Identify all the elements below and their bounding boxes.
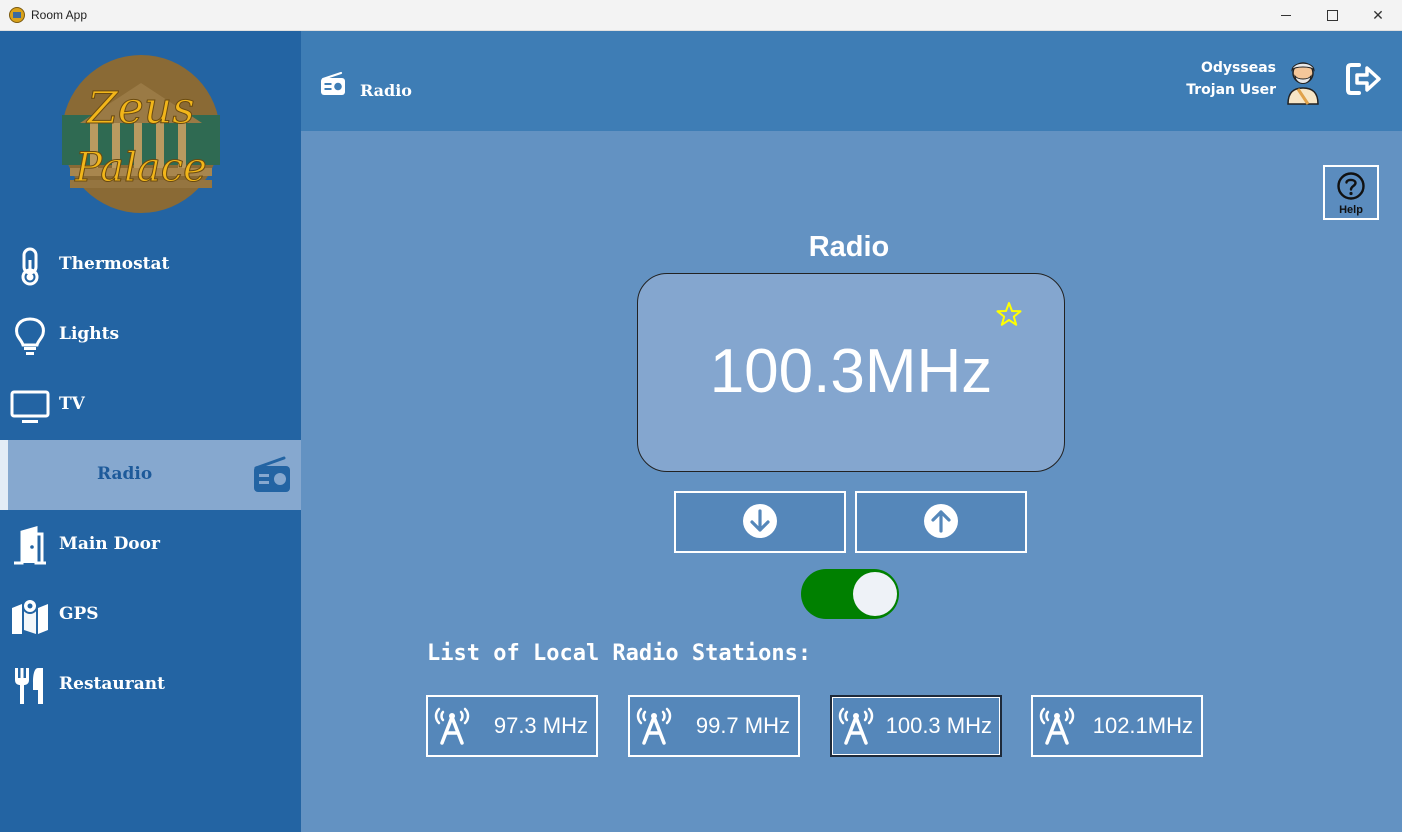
- help-label: Help: [1339, 204, 1363, 216]
- door-icon: [14, 526, 46, 565]
- close-button[interactable]: ✕: [1355, 0, 1401, 31]
- station-label: 97.3 MHz: [493, 713, 588, 738]
- current-frequency: 100.3MHz: [709, 337, 993, 406]
- arrow-up-icon: [924, 504, 958, 538]
- sidebar-item-main-door[interactable]: Main Door: [0, 510, 301, 580]
- thermometer-icon: [21, 247, 39, 286]
- frequency-display: 100.3MHz: [637, 273, 1065, 472]
- arrow-down-icon: [743, 504, 777, 538]
- favorite-star-icon[interactable]: [996, 301, 1022, 327]
- window-title: Room App: [31, 8, 88, 22]
- app-logo-icon: [9, 7, 25, 23]
- antenna-icon: [636, 707, 672, 745]
- antenna-icon: [1039, 707, 1075, 745]
- tv-icon: [10, 390, 50, 423]
- help-button[interactable]: Help: [1323, 165, 1379, 220]
- sidebar-item-radio[interactable]: Radio: [0, 440, 301, 510]
- station-button[interactable]: 99.7 MHz: [628, 695, 800, 757]
- sidebar-item-label: Main Door: [59, 534, 160, 554]
- radio-icon: [321, 71, 345, 95]
- station-label: 100.3 MHz: [885, 713, 992, 738]
- sidebar-item-label: Restaurant: [59, 674, 165, 694]
- sidebar-item-gps[interactable]: GPS: [0, 580, 301, 650]
- station-label: 102.1MHz: [1092, 713, 1193, 738]
- close-icon: ✕: [1372, 7, 1384, 24]
- antenna-icon: [838, 707, 874, 745]
- sidebar: Zeus Palace Thermostat Lights TV Radio M…: [0, 31, 301, 832]
- tune-down-button[interactable]: [674, 491, 846, 553]
- zeus-palace-logo: Zeus Palace: [62, 55, 220, 213]
- station-button[interactable]: 97.3 MHz: [426, 695, 598, 757]
- logo-text-palace: Palace: [74, 145, 207, 191]
- user-role: Trojan User: [1186, 82, 1276, 98]
- sidebar-item-label: TV: [59, 394, 85, 414]
- help-icon: [1337, 172, 1365, 200]
- toggle-knob: [853, 572, 897, 616]
- page-title: Radio: [360, 81, 412, 100]
- maximize-icon: [1326, 10, 1338, 21]
- tune-up-button[interactable]: [855, 491, 1027, 553]
- avatar[interactable]: [1284, 58, 1322, 106]
- logo-text-zeus: Zeus: [85, 83, 195, 134]
- utensils-icon: [15, 668, 43, 704]
- sidebar-item-label: Lights: [59, 324, 120, 344]
- radio-heading: Radio: [808, 231, 890, 263]
- logout-icon[interactable]: [1345, 61, 1383, 97]
- app-window: Room App ✕ Zeus Palace Thermostat Lights…: [0, 0, 1402, 832]
- lightbulb-icon: [15, 317, 45, 355]
- main-content: Help Radio 100.3MHz List of Local Radio …: [301, 131, 1402, 832]
- sidebar-item-label: Radio: [97, 464, 153, 484]
- sidebar-item-thermostat[interactable]: Thermostat: [0, 230, 301, 300]
- station-label: 99.7 MHz: [695, 713, 790, 738]
- minimize-icon: [1281, 15, 1291, 16]
- minimize-button[interactable]: [1263, 0, 1309, 31]
- sidebar-item-lights[interactable]: Lights: [0, 300, 301, 370]
- map-icon: [12, 598, 48, 634]
- sidebar-item-restaurant[interactable]: Restaurant: [0, 650, 301, 720]
- station-button[interactable]: 102.1MHz: [1031, 695, 1203, 757]
- station-button-selected[interactable]: 100.3 MHz: [830, 695, 1002, 757]
- power-toggle[interactable]: [801, 569, 899, 619]
- header-bar: Radio Odysseas Trojan User: [301, 31, 1402, 131]
- sidebar-item-tv[interactable]: TV: [0, 370, 301, 440]
- title-bar: Room App ✕: [0, 0, 1402, 31]
- antenna-icon: [434, 707, 470, 745]
- maximize-button[interactable]: [1309, 0, 1355, 31]
- stations-heading: List of Local Radio Stations:: [427, 641, 812, 666]
- sidebar-item-label: Thermostat: [59, 254, 170, 274]
- radio-icon: [254, 456, 290, 492]
- sidebar-item-label: GPS: [59, 604, 99, 624]
- user-name: Odysseas: [1201, 60, 1276, 76]
